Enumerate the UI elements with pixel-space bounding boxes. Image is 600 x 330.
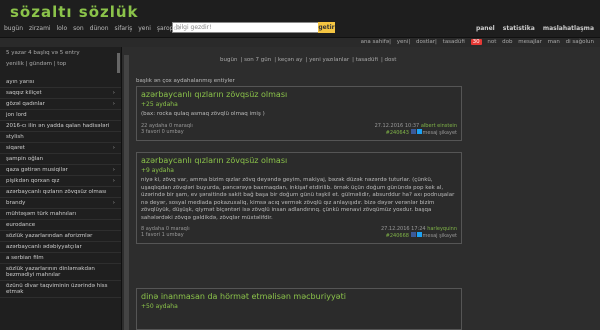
top-bar: sözaltı sözlük bilgi gezdir! getir bugün… [0, 0, 600, 38]
top-nav: bugün zirzami lolo son dünon sifariş yen… [0, 25, 181, 32]
sidebar-item[interactable]: azərbaycanlı qızların zövqsüz olması [0, 187, 121, 198]
facebook-icon[interactable] [410, 128, 416, 134]
entry-stats: 8 aydaha 0 maraqlı 1 favori 1 umbay [141, 226, 190, 238]
nav-saropdir[interactable]: şaropdir [157, 25, 182, 32]
twitter-icon[interactable] [416, 232, 422, 237]
entry-number[interactable]: #240643 [386, 130, 409, 136]
entry-votes: +25 aydaha [141, 101, 178, 108]
right-nav: panel statistika maslahatlaşma [470, 25, 594, 32]
sidebar-item[interactable]: pişikdən qorxan qız › [0, 176, 121, 187]
sidebar-item[interactable]: ayın yarısı [0, 77, 121, 88]
sidebar-item[interactable]: stylish [0, 132, 121, 143]
menu-man[interactable]: man [548, 39, 560, 45]
chevron-right-icon: › [112, 200, 115, 206]
nav-lolo[interactable]: lolo [57, 25, 68, 32]
entry-footer: 8 aydaha 0 maraqlı 1 favori 1 umbay 27.1… [141, 226, 457, 240]
entry-stats: 22 aydaha 0 maraqlı 3 favori 0 umbay [141, 122, 193, 135]
chevron-right-icon: › [112, 145, 115, 151]
twitter-icon[interactable] [416, 128, 422, 134]
subnav-bugun[interactable]: bugün [220, 57, 237, 63]
menu-tasadufi[interactable]: tasadüfi [443, 39, 465, 45]
entry-meta: 27.12.2016 17:24 harleyquinn #240668 mes… [381, 226, 457, 239]
entry-card: azərbaycanlı qızların zövqsüz olması +25… [136, 86, 462, 141]
chevron-right-icon: › [112, 101, 115, 107]
sidebar-item[interactable]: mühtəşəm türk mahnıları [0, 209, 121, 220]
menu-dob[interactable]: dob [502, 39, 512, 45]
main-bar: ana sahifə| yeni| dostlar| tasadüfi 30 n… [0, 38, 600, 47]
menu-logout[interactable]: di sağolun [566, 39, 594, 45]
site-logo[interactable]: sözaltı sözlük [10, 3, 139, 21]
nav-son[interactable]: son [73, 25, 84, 32]
entry-votes: +50 aydaha [141, 303, 178, 310]
nav-yeni[interactable]: yeni [138, 25, 151, 32]
menu-dostlar[interactable]: dostlar [416, 39, 435, 45]
chevron-right-icon: › [112, 178, 115, 184]
sidebar-item[interactable]: eurodance [0, 220, 121, 231]
sidebar-item[interactable]: a serbian film [0, 253, 121, 264]
sidebar-scrollbar[interactable] [117, 53, 120, 73]
entry-text: niyə ki, zövq var, amma bizim qızlar zöv… [141, 177, 455, 221]
entry-text: (bax: rocka qulaq asmaq zövqlü olmaq imi… [141, 111, 265, 117]
user-menu: ana sahifə| yeni| dostlar| tasadüfi 30 n… [360, 39, 594, 45]
menu-not[interactable]: not [487, 39, 496, 45]
sidebar-list: ayın yarısı saqqız kiliçet › gözəl qadınl… [0, 77, 121, 298]
sidebar-item[interactable]: sözlük yazarlarından aforizmlər [0, 231, 121, 242]
subnav-kecen-ay[interactable]: keçən ay [278, 57, 303, 63]
search-button[interactable]: getir [318, 22, 335, 33]
subnav-son7gun[interactable]: son 7 gün [244, 57, 271, 63]
nav-sifaris[interactable]: sifariş [114, 25, 132, 32]
sidebar-item[interactable]: şampin oğlan [0, 154, 121, 165]
menu-mesajlar[interactable]: mesajlar [518, 39, 542, 45]
chevron-right-icon: › [112, 90, 115, 96]
sidebar-meta: 5 yazar 4 başlıq və 5 entry [6, 50, 80, 56]
sidebar-item[interactable]: siqaret › [0, 143, 121, 154]
subnav-dost[interactable]: dost [385, 57, 397, 63]
content-scrollbar[interactable] [124, 55, 129, 330]
sidebar-tabs[interactable]: yenilik | gündəm | top [0, 59, 121, 69]
entry-meta: 27.12.2016 10:37 albert einstein #240643… [375, 123, 457, 136]
facebook-icon[interactable] [410, 232, 416, 237]
nav-dunon[interactable]: dünon [90, 25, 109, 32]
page-frame: sözaltı sözlük bilgi gezdir! getir bugün… [0, 0, 600, 330]
sidebar-item[interactable]: saqqız kiliçet › [0, 88, 121, 99]
entry-number[interactable]: #240668 [386, 233, 409, 239]
entry-footer: 22 aydaha 0 maraqlı 3 favori 0 umbay 27.… [141, 123, 457, 137]
search-input[interactable]: bilgi gezdir! [172, 22, 320, 33]
sidebar-item[interactable]: azərbaycanlı ədəbiyyatçılar [0, 242, 121, 253]
sidebar-item[interactable]: gözəl qadınlar › [0, 99, 121, 110]
sidebar-item[interactable]: sözlük yazarlarının dinləməkdən bezmədiy… [0, 264, 121, 281]
sidebar: 5 yazar 4 başlıq və 5 entry yenilik | gü… [0, 47, 122, 330]
sidebar-item[interactable]: özünü divar taqviminin üzərində hiss etm… [0, 281, 121, 298]
sidebar-item[interactable]: brandy › [0, 198, 121, 209]
sidebar-item[interactable]: jon lord [0, 110, 121, 121]
entry-card: azərbaycanlı qızların zövqsüz olması +9 … [136, 152, 462, 244]
entry-author[interactable]: albert einstein [421, 123, 457, 129]
sub-nav: bugün | son 7 gün | keçən ay | yeni yazılan… [220, 57, 397, 63]
entry-title[interactable]: azərbaycanlı qızların zövqsüz olması [141, 90, 457, 99]
entry-title[interactable]: dinə inanmasan da hörmət etməlisən məcbu… [141, 292, 457, 301]
menu-ana-sahife[interactable]: ana sahifə [361, 39, 390, 45]
nav-bugun[interactable]: bugün [4, 25, 23, 32]
entry-votes: +9 aydaha [141, 167, 174, 174]
notification-badge[interactable]: 30 [470, 39, 482, 45]
nav-zirzami[interactable]: zirzami [29, 25, 51, 32]
entry-card: dinə inanmasan da hörmət etməlisən məcbu… [136, 288, 462, 330]
nav-panel[interactable]: panel [476, 25, 495, 32]
sidebar-item[interactable]: qaza gətirən musiqilər › [0, 165, 121, 176]
section-label: başlık ən çox aydahalanmış entiyler [136, 78, 235, 84]
nav-statistika[interactable]: statistika [503, 25, 535, 32]
entry-title[interactable]: azərbaycanlı qızların zövqsüz olması [141, 156, 457, 165]
entry-report[interactable]: mesaj şikayet [423, 233, 457, 239]
subnav-tasadufi[interactable]: tasadüfi [356, 57, 378, 63]
chevron-right-icon: › [112, 167, 115, 173]
menu-yeni[interactable]: yeni [397, 39, 409, 45]
nav-maslahatlasma[interactable]: maslahatlaşma [543, 25, 594, 32]
sidebar-item[interactable]: 2016-cı ilin ən yadda qalan hadisələri [0, 121, 121, 132]
entry-report[interactable]: mesaj şikayet [423, 130, 457, 136]
subnav-yeni-yazilanlar[interactable]: yeni yazılanlar [309, 57, 349, 63]
